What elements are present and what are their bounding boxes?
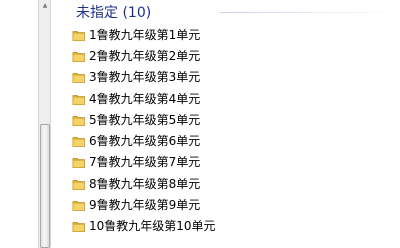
file-name: 3鲁教九年级第3单元 (89, 70, 201, 85)
folder-icon (72, 73, 85, 84)
folder-icon (72, 158, 85, 169)
scroll-thumb[interactable] (40, 124, 50, 248)
folder-icon (72, 179, 85, 190)
file-name: 4鲁教九年级第4单元 (89, 91, 201, 106)
list-item[interactable]: 6鲁教九年级第6单元 (72, 130, 216, 151)
group-header-label: 未指定 (10) (76, 5, 152, 21)
navigation-pane (0, 0, 38, 248)
scroll-up-arrow-icon[interactable]: ▲ (41, 1, 49, 10)
explorer-window: ▲ 未指定 (10) 1鲁教九年级第1单元 2鲁教九年级第2单元 3鲁教九年级第… (0, 0, 400, 248)
group-divider (220, 12, 400, 13)
list-item[interactable]: 10鲁教九年级第10单元 (72, 216, 216, 237)
file-name: 2鲁教九年级第2单元 (89, 48, 201, 63)
folder-icon (72, 115, 85, 126)
folder-icon (72, 201, 85, 211)
folder-icon (72, 30, 85, 41)
list-item[interactable]: 9鲁教九年级第9单元 (72, 194, 216, 215)
file-name: 9鲁教九年级第9单元 (89, 198, 201, 213)
list-item[interactable]: 2鲁教九年级第2单元 (72, 45, 216, 66)
list-item[interactable]: 1鲁教九年级第1单元 (72, 24, 216, 45)
list-item[interactable]: 8鲁教九年级第8单元 (72, 173, 216, 194)
file-name: 6鲁教九年级第6单元 (89, 134, 201, 149)
file-name: 1鲁教九年级第1单元 (89, 27, 201, 42)
list-item[interactable]: 5鲁教九年级第5单元 (72, 109, 216, 130)
folder-icon (72, 52, 85, 62)
file-name: 7鲁教九年级第7单元 (89, 155, 201, 170)
folder-icon (72, 94, 85, 105)
navigation-scrollbar[interactable]: ▲ (38, 0, 51, 248)
list-item[interactable]: 4鲁教九年级第4单元 (72, 88, 216, 109)
file-name: 10鲁教九年级第10单元 (89, 219, 216, 234)
list-item[interactable]: 7鲁教九年级第7单元 (72, 152, 216, 173)
file-name: 5鲁教九年级第5单元 (89, 112, 201, 127)
file-name: 8鲁教九年级第8单元 (89, 176, 201, 191)
folder-icon (72, 222, 85, 233)
group-header[interactable]: 未指定 (10) (76, 2, 151, 22)
file-list: 1鲁教九年级第1单元 2鲁教九年级第2单元 3鲁教九年级第3单元 4鲁教九年级第… (72, 24, 216, 237)
list-item[interactable]: 3鲁教九年级第3单元 (72, 67, 216, 88)
folder-icon (72, 137, 85, 148)
file-list-pane: 未指定 (10) 1鲁教九年级第1单元 2鲁教九年级第2单元 3鲁教九年级第3单… (52, 0, 400, 248)
